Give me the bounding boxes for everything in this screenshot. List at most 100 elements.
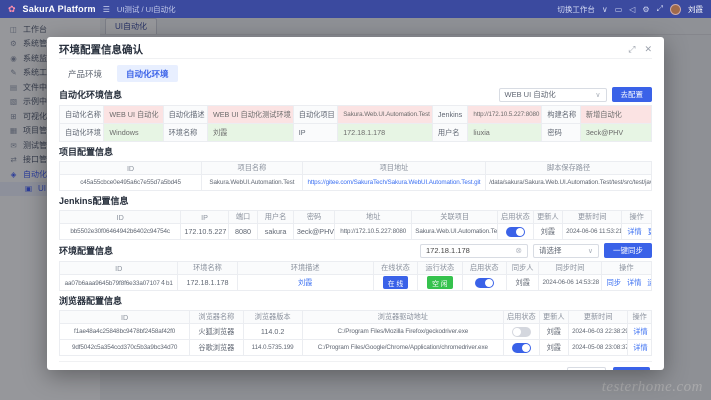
kv-label: 密码 — [542, 124, 580, 142]
screen-icon[interactable]: ▭ — [615, 5, 623, 14]
jenkins-table: ID IP 端口 用户名 密码 地址 关联项目 启用状态 更新人 更新时间 操作… — [59, 210, 652, 240]
tab-product-env[interactable]: 产品环境 — [59, 65, 111, 82]
project-id: c45a55cbce0e495a6c7e55d7a5bd45 — [60, 175, 202, 191]
auto-env-table: 自动化名称WEB UI 自动化 自动化描述WEB UI 自动化测试环境 自动化项… — [59, 105, 652, 142]
kv-value: Windows — [104, 124, 163, 142]
env-search-input[interactable] — [426, 246, 504, 255]
browser-row-firefox: f1ae48a4c25848bc9478bf2458af42f0 火狐浏览器 1… — [60, 324, 652, 340]
col-header: 密码 — [293, 211, 334, 224]
project-table: ID 项目名称 项目地址 脚本保存路径 c45a55cbce0e495a6c7e… — [59, 161, 652, 191]
env-detail-link[interactable]: 详情 — [627, 278, 641, 287]
col-header: 操作 — [628, 311, 652, 324]
jenkins-url: http://172.10.5.227:8080 — [335, 224, 412, 240]
col-header: 启用状态 — [462, 262, 506, 275]
browser-enable-toggle[interactable] — [512, 327, 531, 337]
cancel-button[interactable]: 取 消 — [567, 367, 606, 370]
kv-value: http://172.10.5.227:8080 — [468, 106, 542, 124]
kv-value: Sakura.Web.UI.Automation.Test — [338, 106, 433, 124]
env-row: aa07b6aaa9645b79f8f6e33a07107４b1 172.18.… — [60, 275, 652, 291]
kv-label: Jenkins — [432, 106, 468, 124]
env-title: 环境配置信息 — [59, 244, 113, 257]
topbar: ✿ SakurA Platform ☰ UI测试 / UI自动化 切换工作台 ∨… — [0, 0, 711, 18]
automation-select-value: WEB UI 自动化 — [505, 89, 556, 100]
volume-icon[interactable]: ◁ — [629, 5, 635, 14]
jenkins-more-link[interactable]: 更多 — [648, 227, 652, 236]
jenkins-id: bb5502e30f06464942b6402c94754c — [60, 224, 181, 240]
env-filter-placeholder: 请选择 — [539, 245, 562, 256]
env-enable-toggle[interactable] — [475, 278, 494, 288]
auto-env-row-1: 自动化名称WEB UI 自动化 自动化描述WEB UI 自动化测试环境 自动化项… — [60, 106, 652, 124]
logo-icon: ✿ — [8, 4, 16, 15]
confirm-button[interactable]: 确 定 — [613, 367, 650, 370]
idle-status-badge[interactable]: 空 闲 — [427, 276, 452, 289]
watermark: testerhome.com — [602, 379, 703, 396]
username[interactable]: 刘霞 — [688, 4, 703, 15]
jenkins-password: 3eck@PHV — [293, 224, 334, 240]
kv-label: 自动化环境 — [60, 124, 104, 142]
modal-close-icon[interactable]: ✕ — [644, 44, 652, 55]
env-filter-select[interactable]: 请选择 ∨ — [533, 244, 599, 258]
browser-detail-link[interactable]: 详情 — [633, 327, 647, 336]
online-status-badge[interactable]: 在 线 — [383, 276, 408, 289]
kv-label: 环境名称 — [163, 124, 207, 142]
browser-row-chrome: 9df5042c5a354ccd370c5b3a9bc34d70 谷歌浏览器 1… — [60, 340, 652, 356]
env-run-link[interactable]: 运行 — [647, 278, 651, 287]
col-header: 在线状态 — [373, 262, 417, 275]
modal-fullscreen-icon[interactable]: ⤢ — [628, 44, 635, 55]
col-header: 用户名 — [258, 211, 294, 224]
kv-label: 自动化项目 — [293, 106, 337, 124]
workspace-switcher[interactable]: 切换工作台 — [557, 4, 595, 15]
logo-text: SakurA Platform — [23, 4, 96, 14]
chevron-down-icon: ∨ — [588, 247, 593, 255]
col-header: 浏览器驱动地址 — [302, 311, 503, 324]
browser-update-time: 2024-05-08 23:08:37 — [569, 340, 628, 356]
project-section-header: 项目配置信息 — [59, 145, 652, 158]
auto-env-section-header: 自动化环境信息 WEB UI 自动化 ∨ 去配置 — [59, 87, 652, 102]
modal-tabs: 产品环境 自动化环境 — [59, 65, 652, 82]
col-header: 启用状态 — [503, 311, 539, 324]
project-path: /data/sakura/Sakura.Web.UI.Automation.Te… — [486, 175, 652, 191]
workspace-chevron-icon[interactable]: ∨ — [602, 5, 608, 14]
project-url-link[interactable]: https://gitee.com/SakuraTech/Sakura.WebU… — [307, 179, 480, 186]
env-name: 172.18.1.178 — [178, 275, 237, 291]
env-sync-link[interactable]: 同步 — [607, 278, 621, 287]
col-header: IP — [181, 211, 228, 224]
col-header: 更新时间 — [563, 211, 622, 224]
col-header: 关联项目 — [412, 211, 498, 224]
env-desc-link[interactable]: 刘霞 — [298, 278, 312, 287]
kv-value: 新增自动化 — [580, 106, 651, 124]
kv-value: WEB UI 自动化测试环境 — [207, 106, 293, 124]
jenkins-enable-toggle[interactable] — [506, 227, 525, 237]
col-header: ID — [60, 311, 190, 324]
browser-detail-link[interactable]: 详情 — [633, 343, 647, 352]
browser-section-header: 浏览器配置信息 — [59, 294, 652, 307]
col-header: 同步时间 — [539, 262, 601, 275]
env-table: ID 环境名称 环境描述 在线状态 运行状态 启用状态 同步人 同步时间 操作 … — [59, 261, 652, 291]
col-header: 启用状态 — [498, 211, 534, 224]
env-search-box: ⊗ — [420, 244, 528, 258]
browser-version: 114.0.2 — [243, 324, 302, 340]
collapse-menu-icon[interactable]: ☰ — [103, 5, 110, 14]
tab-automation-env[interactable]: 自动化环境 — [117, 65, 178, 82]
browser-version: 114.0.5735.199 — [243, 340, 302, 356]
fullscreen-icon[interactable]: ⤢ — [657, 4, 663, 14]
col-header: 端口 — [228, 211, 258, 224]
avatar[interactable] — [670, 4, 681, 15]
jenkins-detail-link[interactable]: 详情 — [627, 227, 641, 236]
automation-select[interactable]: WEB UI 自动化 ∨ — [499, 88, 607, 102]
one-key-sync-button[interactable]: 一键同步 — [604, 243, 652, 258]
col-header: ID — [60, 211, 181, 224]
project-row: c45a55cbce0e495a6c7e55d7a5bd45 Sakura.We… — [60, 175, 652, 191]
col-header: 更新人 — [533, 211, 563, 224]
browser-update-time: 2024-06-03 22:38:29 — [569, 324, 628, 340]
env-id: aa07b6aaa9645b79f8f6e33a07107４b1 — [60, 275, 178, 291]
browser-enable-toggle[interactable] — [512, 343, 531, 353]
kv-value: 刘霞 — [207, 124, 293, 142]
gear-icon[interactable]: ⚙ — [642, 5, 649, 14]
jenkins-section-header: Jenkins配置信息 — [59, 194, 652, 207]
clear-icon[interactable]: ⊗ — [515, 246, 522, 255]
project-table-head: ID 项目名称 项目地址 脚本保存路径 — [60, 162, 652, 175]
jenkins-project: Sakura.Web.UI.Automation.Test — [412, 224, 498, 240]
go-config-button[interactable]: 去配置 — [612, 87, 653, 102]
breadcrumb: UI测试 / UI自动化 — [117, 4, 176, 15]
